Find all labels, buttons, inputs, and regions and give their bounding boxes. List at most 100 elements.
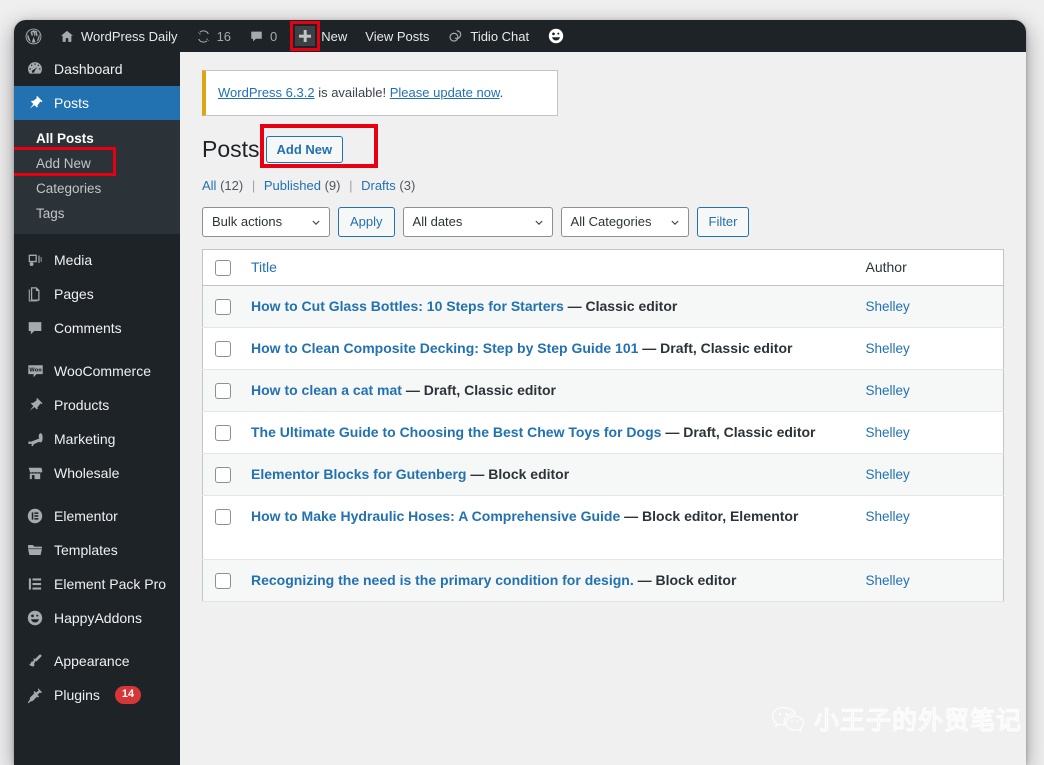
row-checkbox[interactable]	[215, 572, 231, 589]
post-author-link[interactable]: Shelley	[866, 509, 910, 524]
sidebar-item-marketing[interactable]: Marketing	[14, 422, 180, 456]
sidebar-item-wholesale[interactable]: Wholesale	[14, 456, 180, 490]
wordpress-version-link[interactable]: WordPress 6.3.2	[218, 85, 315, 100]
sidebar-item-label: Plugins	[54, 687, 100, 703]
sidebar-item-dashboard[interactable]: Dashboard	[14, 52, 180, 86]
post-state-label: — Classic editor	[567, 297, 678, 314]
row-checkbox[interactable]	[215, 466, 231, 483]
current-menu-arrow	[180, 95, 188, 111]
sidebar-item-label: Elementor	[54, 508, 118, 524]
table-row[interactable]: Recognizing the need is the primary cond…	[202, 559, 1004, 602]
row-checkbox[interactable]	[215, 298, 231, 315]
comments-count: 0	[270, 28, 278, 44]
tidio-chat-menu[interactable]: Tidio Chat	[438, 20, 538, 52]
post-author-cell: Shelley	[855, 453, 1004, 496]
post-author-link[interactable]: Shelley	[866, 383, 910, 398]
row-checkbox[interactable]	[215, 340, 231, 357]
post-author-cell: Shelley	[855, 411, 1004, 454]
admin-content-area: WordPress 6.3.2 is available! Please upd…	[180, 52, 1026, 765]
sidebar-item-media[interactable]: Media	[14, 243, 180, 277]
post-title-link[interactable]: Elementor Blocks for Gutenberg	[251, 466, 466, 482]
category-filter-select[interactable]: All Categories	[560, 206, 689, 237]
post-author-link[interactable]: Shelley	[866, 425, 910, 440]
select-all-checkbox[interactable]	[215, 259, 231, 276]
sidebar-item-elementor[interactable]: Elementor	[14, 499, 180, 533]
post-title-link[interactable]: The Ultimate Guide to Choosing the Best …	[251, 424, 661, 440]
table-row[interactable]: The Ultimate Guide to Choosing the Best …	[202, 411, 1004, 454]
post-author-link[interactable]: Shelley	[866, 299, 910, 314]
watermark-text: 小王子的外贸笔记	[813, 705, 1022, 735]
elementor-icon	[25, 506, 45, 526]
sidebar-item-add-new[interactable]: Add New	[14, 147, 180, 176]
filter-all-count: (12)	[220, 177, 244, 193]
sidebar-item-happyaddons[interactable]: HappyAddons	[14, 601, 180, 635]
sidebar-item-label: Media	[54, 252, 93, 268]
post-author-link[interactable]: Shelley	[866, 341, 910, 356]
table-row[interactable]: How to Cut Glass Bottles: 10 Steps for S…	[202, 285, 1004, 328]
table-row[interactable]: How to Make Hydraulic Hoses: A Comprehen…	[202, 495, 1004, 560]
table-row[interactable]: Elementor Blocks for Gutenberg — Block e…	[202, 453, 1004, 496]
filter-button[interactable]: Filter	[696, 206, 750, 237]
row-checkbox[interactable]	[215, 382, 231, 399]
sidebar-item-plugins[interactable]: Plugins 14	[14, 678, 180, 712]
sidebar-item-categories[interactable]: Categories	[14, 176, 180, 201]
sidebar-item-all-posts[interactable]: All Posts	[14, 126, 180, 151]
admin-sidebar-menu: Dashboard Posts All Posts Add New Catego…	[14, 52, 188, 765]
column-header-title-link[interactable]: Title	[251, 259, 277, 275]
filter-drafts-count: (3)	[399, 177, 416, 193]
post-title-cell: How to Cut Glass Bottles: 10 Steps for S…	[241, 285, 856, 328]
filter-published-link[interactable]: Published	[264, 178, 321, 193]
sidebar-item-products[interactable]: Products	[14, 388, 180, 422]
happy-addons-menu[interactable]	[538, 20, 574, 52]
wp-logo-menu[interactable]	[14, 20, 50, 52]
post-title-link[interactable]: How to Make Hydraulic Hoses: A Comprehen…	[251, 508, 620, 524]
row-select-cell	[202, 411, 241, 454]
sidebar-item-tags[interactable]: Tags	[14, 201, 180, 226]
table-row[interactable]: How to clean a cat mat — Draft, Classic …	[202, 369, 1004, 412]
page-title: Posts	[202, 135, 260, 162]
sidebar-item-comments[interactable]: Comments	[14, 311, 180, 345]
filter-separator: |	[349, 177, 353, 193]
row-checkbox[interactable]	[215, 424, 231, 441]
sidebar-item-templates[interactable]: Templates	[14, 533, 180, 567]
posts-table-head: Title Author	[202, 249, 1004, 286]
post-title-link[interactable]: How to clean a cat mat	[251, 382, 402, 398]
plus-icon[interactable]	[295, 26, 316, 46]
sidebar-item-woocommerce[interactable]: Woo WooCommerce	[14, 354, 180, 388]
sidebar-item-element-pack-pro[interactable]: Element Pack Pro	[14, 567, 180, 601]
post-author-cell: Shelley	[855, 559, 1004, 602]
post-author-link[interactable]: Shelley	[866, 573, 910, 588]
post-state-label: — Block editor, Elementor	[624, 507, 799, 524]
add-new-button[interactable]: Add New	[265, 135, 344, 164]
post-title-link[interactable]: How to Clean Composite Decking: Step by …	[251, 340, 638, 356]
filter-all-link[interactable]: All	[202, 178, 216, 193]
apply-button[interactable]: Apply	[338, 206, 395, 237]
site-name-menu[interactable]: WordPress Daily	[50, 20, 187, 52]
site-name-label: WordPress Daily	[81, 28, 178, 44]
post-author-link[interactable]: Shelley	[866, 467, 910, 482]
menu-separator	[14, 490, 180, 499]
post-title-link[interactable]: Recognizing the need is the primary cond…	[251, 572, 634, 588]
comments-menu[interactable]: 0	[240, 20, 286, 52]
view-posts-link[interactable]: View Posts	[356, 20, 438, 52]
sidebar-item-posts[interactable]: Posts	[14, 86, 188, 120]
filter-drafts-link[interactable]: Drafts	[361, 178, 396, 193]
post-state-label: — Draft, Classic editor	[665, 423, 816, 440]
row-select-cell	[202, 495, 241, 560]
new-label: New	[321, 28, 348, 44]
chevron-down-icon	[670, 220, 679, 225]
sidebar-item-appearance[interactable]: Appearance	[14, 644, 180, 678]
post-author-cell: Shelley	[855, 327, 1004, 370]
updates-menu[interactable]: 16	[187, 20, 240, 52]
date-filter-select[interactable]: All dates	[402, 206, 553, 237]
media-icon	[25, 250, 45, 270]
row-checkbox[interactable]	[215, 508, 231, 525]
table-row[interactable]: How to Clean Composite Decking: Step by …	[202, 327, 1004, 370]
wordpress-logo-icon	[24, 27, 43, 46]
post-title-link[interactable]: How to Cut Glass Bottles: 10 Steps for S…	[251, 298, 564, 314]
please-update-now-link[interactable]: Please update now	[390, 85, 500, 100]
new-content-menu[interactable]: New	[286, 20, 356, 52]
sidebar-item-pages[interactable]: Pages	[14, 277, 180, 311]
bulk-actions-select[interactable]: Bulk actions	[202, 206, 330, 237]
menu-separator	[14, 234, 180, 243]
